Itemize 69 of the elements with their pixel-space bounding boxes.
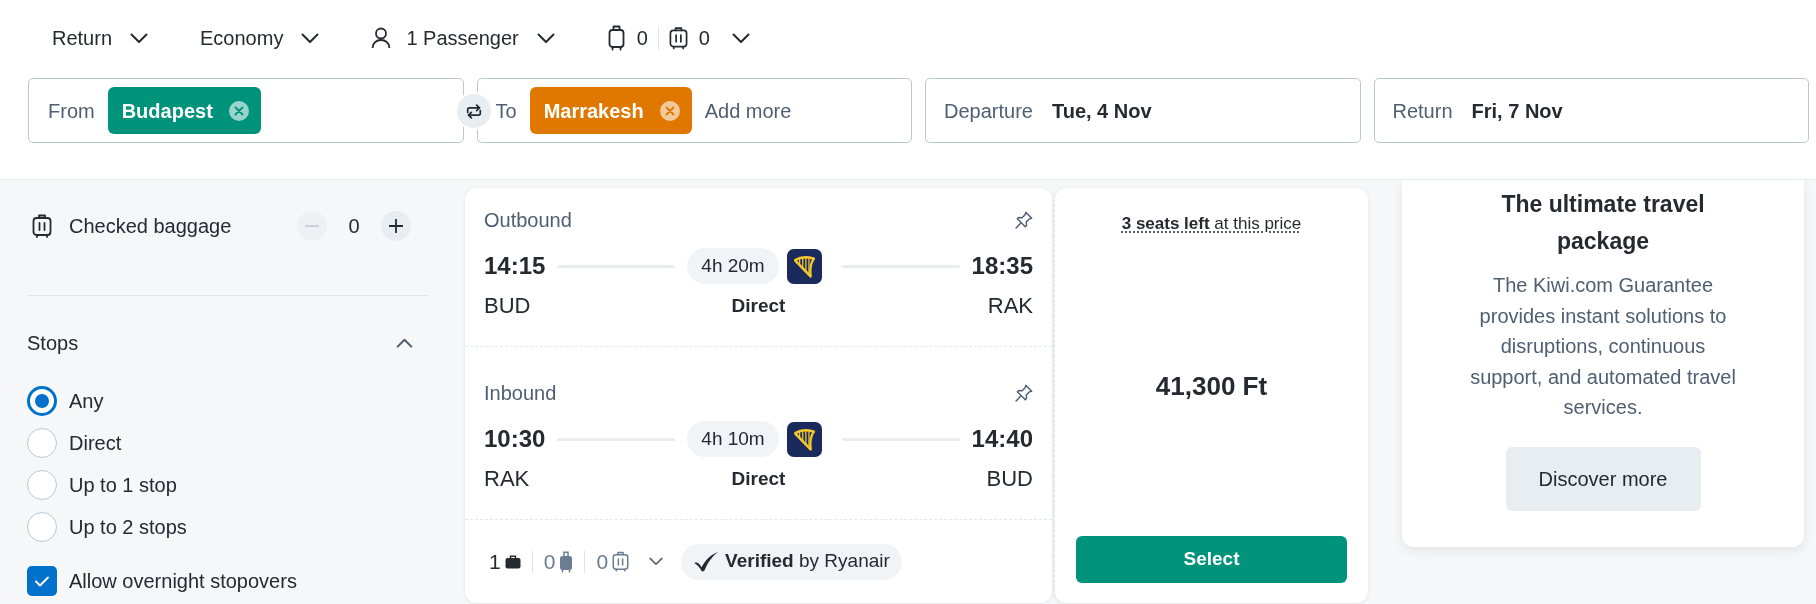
field-label: Departure [944,98,1033,124]
leg-label: Inbound [484,381,557,405]
promo-title: The ultimate travel package [1500,190,1706,256]
checked-bag-icon [668,25,688,51]
passengers-dropdown[interactable]: 1 Passenger [347,16,579,60]
airport-code: BUD [484,293,531,319]
cabin-class-dropdown[interactable]: Economy [176,16,344,60]
arrival-time: 18:35 [971,251,1033,281]
select-button[interactable]: Select [1076,536,1347,583]
bag-count: 0 [596,548,609,575]
field-value: Fri, 7 Nov [1471,98,1563,124]
chevron-down-icon [536,32,555,44]
swap-icon [465,103,483,119]
harp-logo-icon [786,248,822,284]
radio-button[interactable] [27,428,57,458]
radio-button[interactable] [27,512,57,542]
leg-label: Outbound [484,208,572,232]
duration-badge: 4h 10m [687,421,779,457]
place-chip[interactable]: Budapest [107,87,261,134]
verified-text: Verified by Ryanair [725,549,890,574]
baggage-count: 0 [347,214,361,239]
radio-label: Any [69,389,104,414]
promo-text: The Kiwi.com Guarantee provides instant solutions to disruptions, continuous support, and automated travel services. [1469,273,1737,420]
radio-label: Up to 2 stops [69,515,187,540]
baggage-dropdown[interactable]: 0 0 [582,16,774,60]
arrival-time: 14:40 [971,424,1033,454]
stops-section-header[interactable]: Stops [27,328,429,358]
chevron-down-icon [731,32,750,44]
checkbox-label: Allow overnight stopovers [69,569,297,594]
field-label: Return [1392,98,1453,124]
radio-label: Up to 1 stop [69,473,177,498]
harp-logo-icon [786,421,822,457]
checkbox[interactable] [27,566,57,596]
field-label: From [48,98,95,124]
increase-button[interactable] [381,211,411,241]
airport-code: RAK [987,293,1033,319]
radio-button[interactable] [27,470,57,500]
plus-icon [389,219,403,233]
price: 41,300 Ft [1155,369,1268,403]
checked-bag-icon [32,214,52,238]
departure-time: 10:30 [484,424,546,454]
departure-time: 14:15 [484,251,546,281]
stops-label: Direct [731,294,786,318]
date-field[interactable]: Return Fri, 7 Nov [1373,78,1809,143]
discover-more-button[interactable]: Discover more [1505,446,1701,511]
stops-label: Direct [731,467,786,491]
minus-icon [305,225,319,227]
airport-code: BUD [986,466,1033,492]
duration-badge: 4h 20m [687,248,779,284]
tick-icon [35,575,49,587]
person-icon [371,27,392,49]
pin-icon[interactable] [1015,211,1033,229]
bag-count: 1 [489,548,501,575]
chevron-down-icon [301,32,320,44]
airport-code: RAK [484,466,530,492]
seats-left-note: 3 seats left at this price [1121,213,1302,235]
chevron-down-icon[interactable] [649,557,664,566]
radio-button[interactable] [27,386,57,416]
radio-label: Direct [69,431,122,456]
filter-label: Checked baggage [69,214,233,239]
field-value: Tue, 4 Nov [1051,98,1152,124]
date-field[interactable]: Departure Tue, 4 Nov [925,78,1361,143]
bag-count: 0 [543,548,556,575]
cabin-bag-icon [606,25,626,51]
origin-field[interactable]: From Budapest [28,78,464,143]
pin-icon[interactable] [1015,384,1033,402]
trip-type-dropdown[interactable]: Return [28,16,173,60]
chevron-down-icon [130,32,149,44]
field-label: To [495,98,517,124]
